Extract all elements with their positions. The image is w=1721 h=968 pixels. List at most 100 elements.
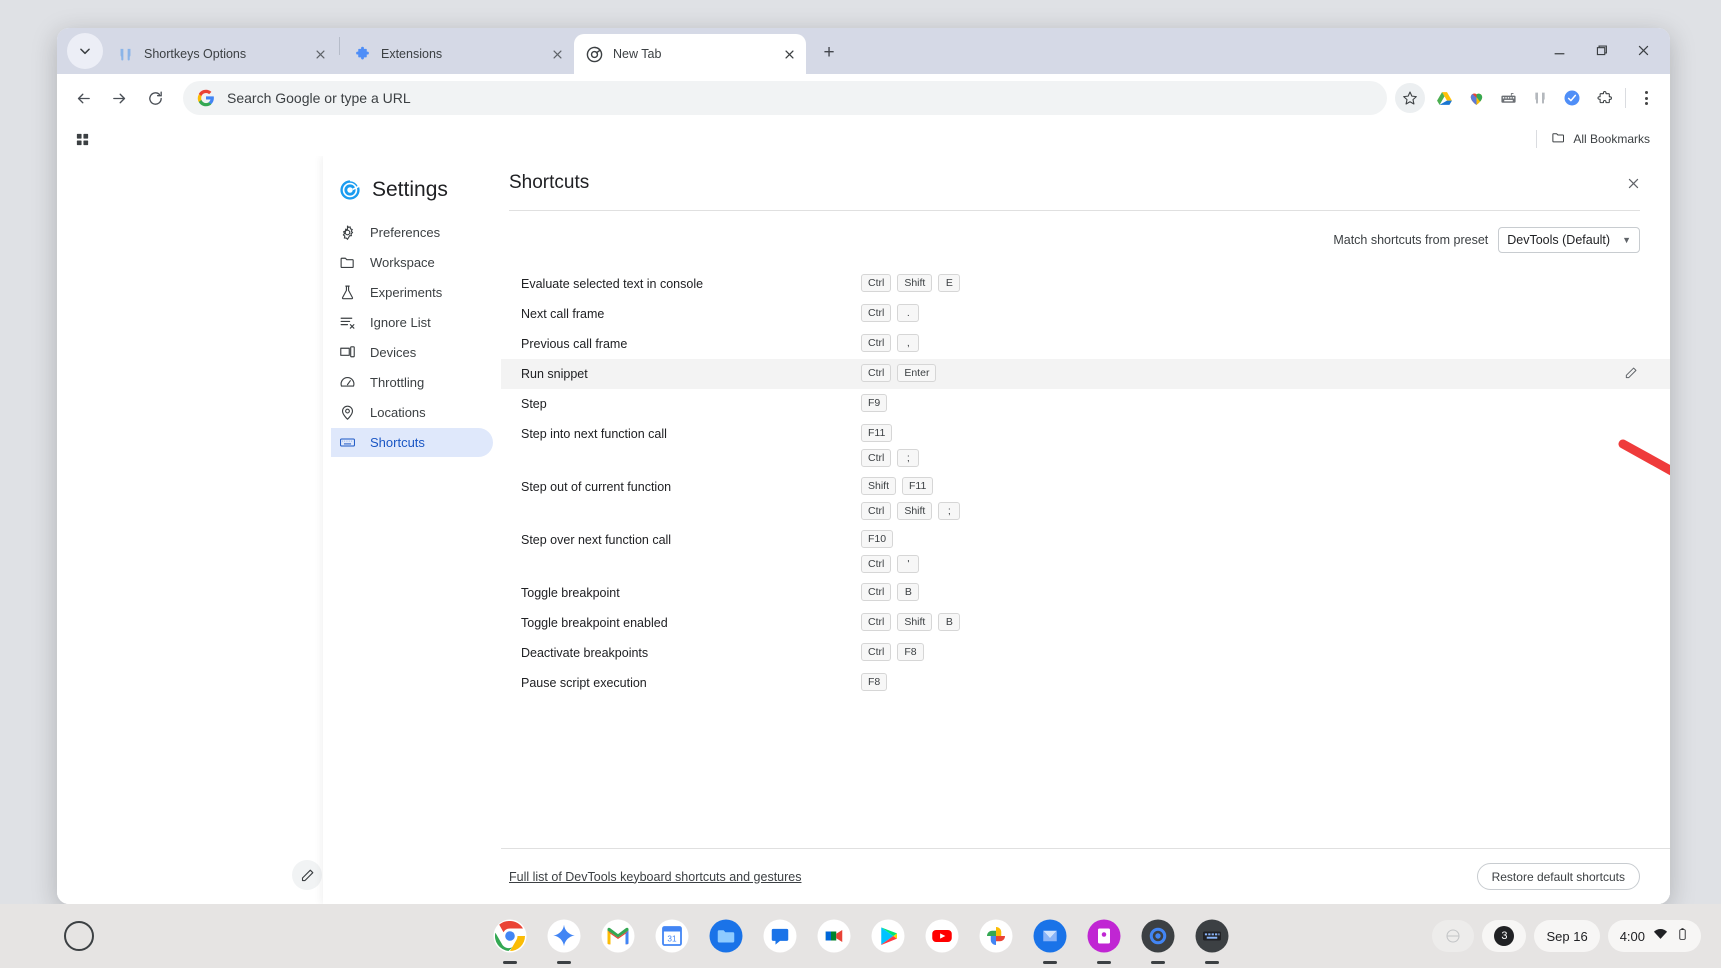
shortcut-row[interactable]: Pause script execution F8 — [501, 668, 1670, 698]
customize-chrome-pencil-icon[interactable] — [292, 860, 322, 890]
status-tray-icons[interactable] — [1432, 920, 1474, 952]
close-icon[interactable] — [780, 45, 798, 63]
youtube-icon[interactable] — [920, 914, 964, 958]
shortcut-binding: Shift F11 — [861, 477, 1640, 495]
key-cap: Shift — [897, 274, 932, 292]
shortcut-row-run-snippet[interactable]: Run snippet Ctrl Enter — [501, 359, 1670, 389]
shortcuts-list[interactable]: Evaluate selected text in console Ctrl S… — [501, 269, 1670, 848]
google-chat-icon[interactable] — [758, 914, 802, 958]
screen-keyboard-icon[interactable] — [1190, 914, 1234, 958]
settings-icon[interactable] — [1136, 914, 1180, 958]
sidebar-item-shortcuts[interactable]: Shortcuts — [331, 428, 493, 457]
chrome-menu-icon[interactable] — [1632, 83, 1660, 113]
shortkeys-keyboard-icon[interactable] — [1493, 83, 1523, 113]
close-icon[interactable] — [311, 45, 329, 63]
binoculars-extension-icon[interactable] — [1525, 83, 1555, 113]
folder-icon — [339, 254, 356, 271]
key-cap: F11 — [861, 424, 892, 442]
sidebar-item-throttling[interactable]: Throttling — [331, 368, 493, 397]
key-cap: Shift — [861, 477, 896, 495]
shortcut-row[interactable]: Deactivate breakpoints Ctrl F8 — [501, 638, 1670, 668]
edit-shortcut-pencil-icon[interactable] — [1622, 364, 1640, 382]
key-cap: B — [897, 583, 919, 601]
tab-title: Extensions — [381, 47, 548, 61]
gemini-icon[interactable] — [542, 914, 586, 958]
shortcut-row[interactable]: Step F9 — [501, 389, 1670, 419]
shortcut-row[interactable]: Toggle breakpoint Ctrl B — [501, 578, 1670, 608]
chevron-down-icon: ▼ — [1622, 235, 1631, 245]
shortcut-row[interactable]: Step over next function call F10 Ctrl ' — [501, 525, 1670, 578]
sidebar-item-devices[interactable]: Devices — [331, 338, 493, 367]
files-icon[interactable] — [704, 914, 748, 958]
sidebar-item-preferences[interactable]: Preferences — [331, 218, 493, 247]
shortcut-bindings: Ctrl Shift E — [861, 274, 1640, 292]
forward-icon[interactable] — [103, 82, 135, 114]
google-keep-icon[interactable] — [1461, 83, 1491, 113]
all-bookmarks-button[interactable]: All Bookmarks — [1545, 127, 1656, 151]
shortcut-row[interactable]: Next call frame Ctrl . — [501, 299, 1670, 329]
binoculars-icon — [117, 46, 134, 63]
close-icon[interactable] — [1622, 172, 1644, 194]
settings-title-row: Settings — [331, 172, 493, 218]
browser-tab-new-tab[interactable]: New Tab — [574, 34, 806, 74]
key-cap: Ctrl — [861, 643, 891, 661]
preset-label: Match shortcuts from preset — [1333, 233, 1488, 247]
restore-default-shortcuts-button[interactable]: Restore default shortcuts — [1477, 863, 1640, 890]
notification-badge[interactable]: 3 — [1482, 920, 1526, 952]
apps-grid-icon[interactable] — [71, 128, 93, 150]
minimize-icon[interactable] — [1540, 34, 1578, 66]
gmail-icon[interactable] — [596, 914, 640, 958]
google-calendar-icon[interactable]: 31 — [650, 914, 694, 958]
extensions-puzzle-icon[interactable] — [1589, 83, 1619, 113]
sidebar-item-experiments[interactable]: Experiments — [331, 278, 493, 307]
shortcut-row[interactable]: Previous call frame Ctrl , — [501, 329, 1670, 359]
gallery-icon[interactable] — [1082, 914, 1126, 958]
browser-tab-extensions[interactable]: Extensions — [342, 34, 574, 74]
google-meet-icon[interactable] — [812, 914, 856, 958]
shortcut-bindings: F11 Ctrl ; — [861, 424, 1640, 467]
back-icon[interactable] — [67, 82, 99, 114]
messages-icon[interactable] — [1028, 914, 1072, 958]
clock-check-icon[interactable] — [1557, 83, 1587, 113]
launcher-button[interactable] — [64, 921, 94, 951]
browser-tab-shortkeys-options[interactable]: Shortkeys Options — [105, 34, 337, 74]
shortcut-binding: Ctrl B — [861, 583, 1640, 601]
key-cap: Ctrl — [861, 583, 891, 601]
key-cap: Ctrl — [861, 304, 891, 322]
shortcut-row[interactable]: Step out of current function Shift F11 C… — [501, 472, 1670, 525]
tab-title: Shortkeys Options — [144, 47, 311, 61]
key-cap: Shift — [897, 502, 932, 520]
shortcut-binding: Ctrl , — [861, 334, 1640, 352]
shortcut-name: Pause script execution — [509, 673, 861, 690]
preset-select[interactable]: DevTools (Default) ▼ — [1498, 227, 1640, 253]
key-cap: Ctrl — [861, 613, 891, 631]
tab-search-button[interactable] — [67, 33, 103, 69]
devtools-settings-panel: Settings Preferences Workspace — [323, 156, 1670, 904]
shelf-clock-tray[interactable]: 4:00 — [1608, 920, 1701, 952]
google-photos-icon[interactable] — [974, 914, 1018, 958]
settings-title: Settings — [372, 178, 448, 202]
bookmarks-separator — [1536, 130, 1537, 148]
shelf-date[interactable]: Sep 16 — [1534, 920, 1599, 952]
shortcut-row[interactable]: Evaluate selected text in console Ctrl S… — [501, 269, 1670, 299]
chrome-icon[interactable] — [488, 914, 532, 958]
devtools-shortcuts-doc-link[interactable]: Full list of DevTools keyboard shortcuts… — [509, 870, 802, 884]
close-icon[interactable] — [548, 45, 566, 63]
address-bar[interactable]: Search Google or type a URL — [183, 81, 1387, 115]
shortcut-name: Step into next function call — [509, 424, 861, 441]
shortcut-bindings: Ctrl F8 — [861, 643, 1640, 661]
maximize-icon[interactable] — [1582, 34, 1620, 66]
sidebar-item-locations[interactable]: Locations — [331, 398, 493, 427]
sidebar-item-ignore-list[interactable]: Ignore List — [331, 308, 493, 337]
shortcut-bindings: Ctrl B — [861, 583, 1640, 601]
shortcut-row[interactable]: Toggle breakpoint enabled Ctrl Shift B — [501, 608, 1670, 638]
google-drive-icon[interactable] — [1429, 83, 1459, 113]
shortcut-bindings: Ctrl Shift B — [861, 613, 1640, 631]
reload-icon[interactable] — [139, 82, 171, 114]
sidebar-item-workspace[interactable]: Workspace — [331, 248, 493, 277]
new-tab-button[interactable]: + — [814, 38, 844, 68]
bookmark-star-icon[interactable] — [1395, 83, 1425, 113]
shortcut-row[interactable]: Step into next function call F11 Ctrl ; — [501, 419, 1670, 472]
play-store-icon[interactable] — [866, 914, 910, 958]
close-icon[interactable] — [1624, 34, 1662, 66]
